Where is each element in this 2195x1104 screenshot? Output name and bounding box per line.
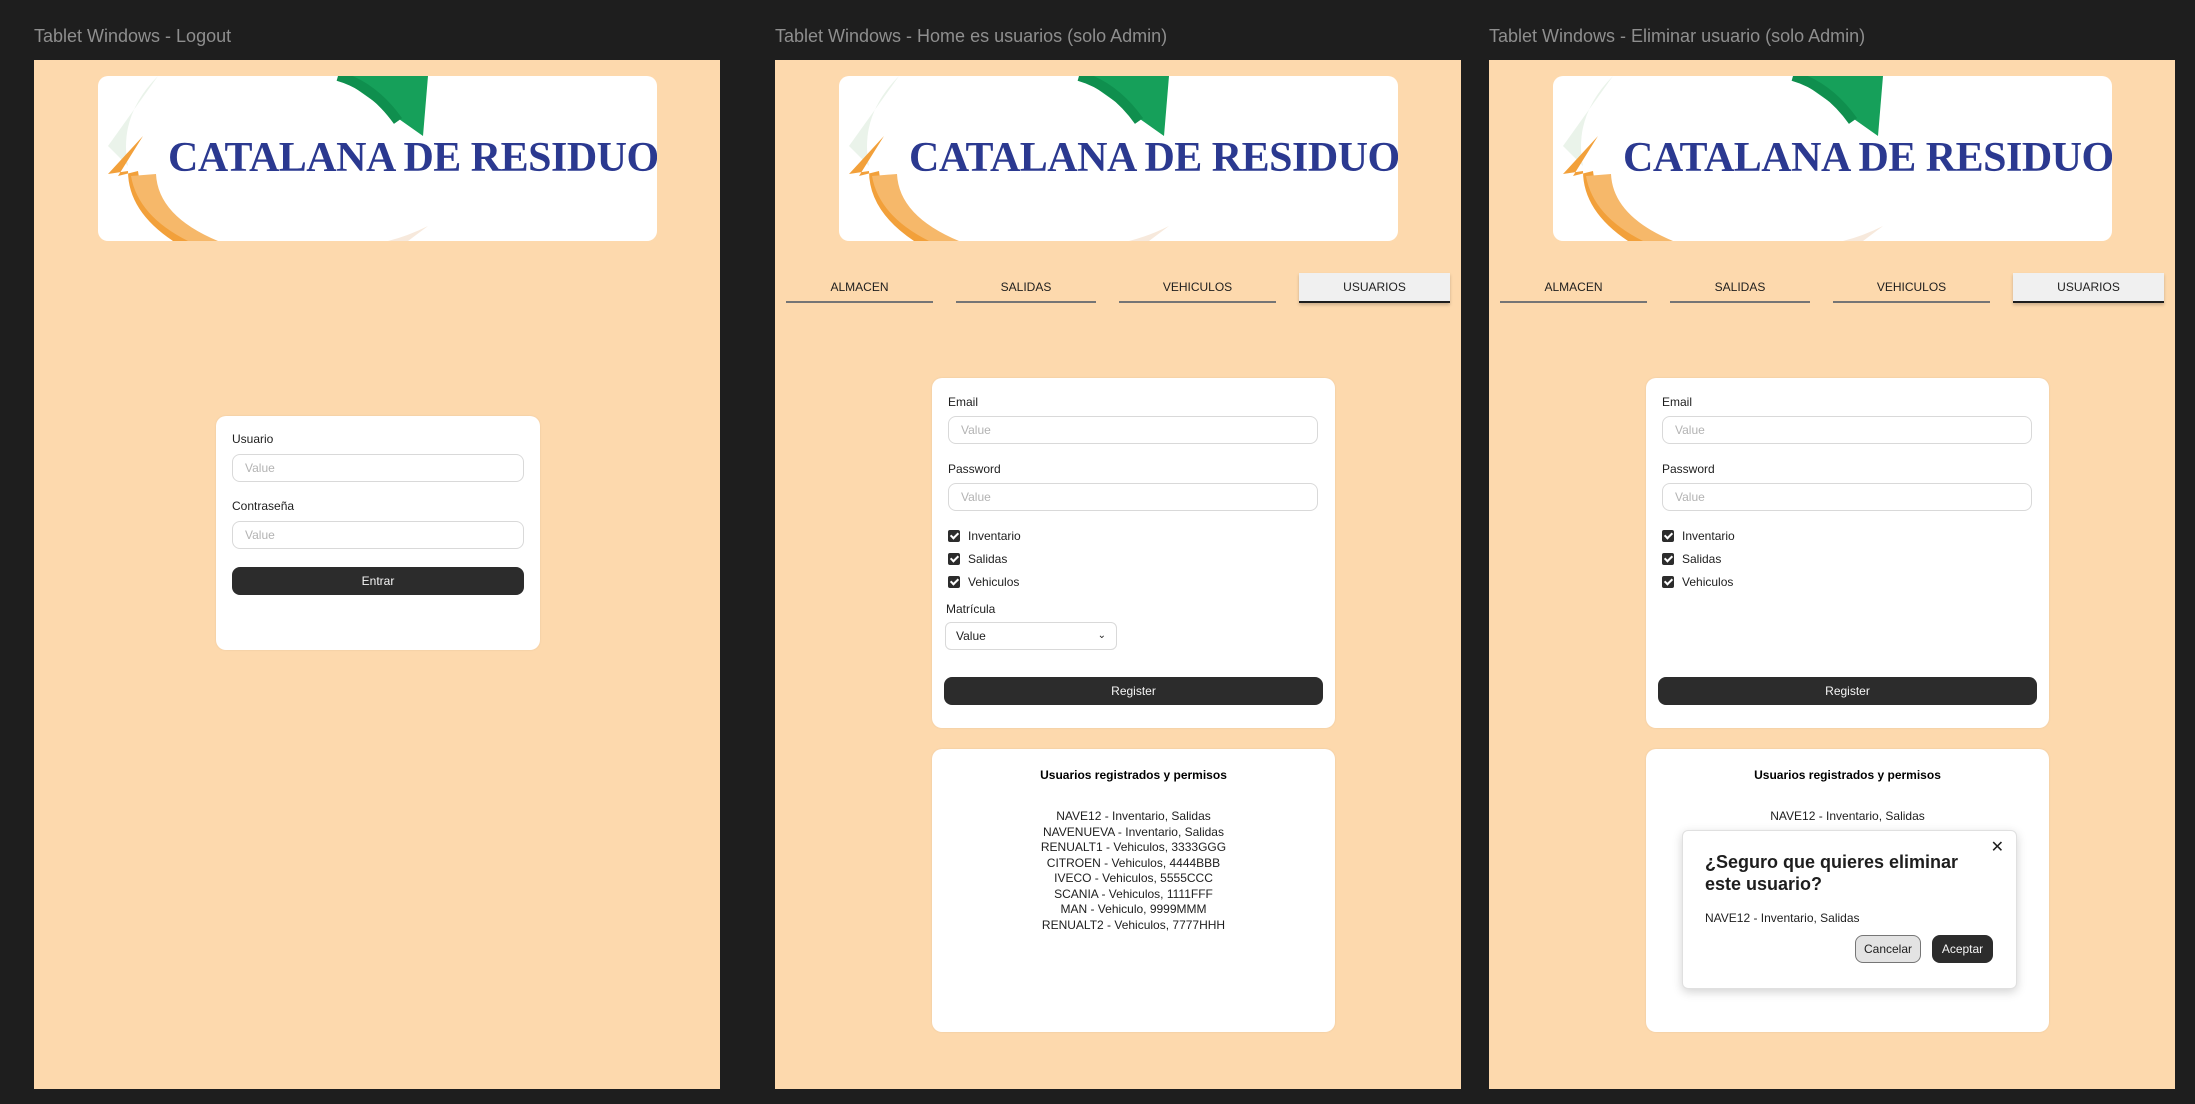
list-item[interactable]: NAVE12 - Inventario, Salidas bbox=[1646, 809, 2049, 825]
tab-salidas[interactable]: SALIDAS bbox=[956, 273, 1096, 303]
tab-vehiculos[interactable]: VEHICULOS bbox=[1833, 273, 1990, 303]
frame-title-eliminar-usuario: Tablet Windows - Eliminar usuario (solo … bbox=[1489, 26, 1866, 46]
password-input[interactable]: Value bbox=[232, 521, 524, 549]
tab-usuarios[interactable]: USUARIOS bbox=[1299, 273, 1450, 303]
tab-vehiculos[interactable]: VEHICULOS bbox=[1119, 273, 1276, 303]
permission-vehiculos[interactable]: Vehiculos bbox=[1662, 574, 1733, 590]
chevron-down-icon: ⌄ bbox=[1097, 630, 1106, 641]
tab-usuarios[interactable]: USUARIOS bbox=[2013, 273, 2164, 303]
login-button[interactable]: Entrar bbox=[232, 567, 524, 595]
user-input[interactable]: Value bbox=[232, 454, 524, 482]
checkbox-checked-icon[interactable] bbox=[948, 575, 960, 588]
login-card: Usuario Value Contraseña Value Entrar bbox=[216, 416, 540, 650]
permission-vehiculos[interactable]: Vehiculos bbox=[948, 574, 1019, 590]
permission-inventario[interactable]: Inventario bbox=[1662, 528, 1735, 544]
permission-salidas[interactable]: Salidas bbox=[948, 551, 1007, 567]
password-input[interactable]: Value bbox=[1662, 483, 2032, 511]
list-item[interactable]: NAVE12 - Inventario, Salidas bbox=[932, 809, 1335, 825]
register-card: Email Value Password Value Inventario Sa… bbox=[932, 378, 1335, 728]
users-list-title: Usuarios registrados y permisos bbox=[1040, 768, 1227, 782]
frame-logout: CATALANA DE RESIDUOS, S.L.U Usuario Valu… bbox=[34, 60, 720, 1089]
matricula-label: Matrícula bbox=[946, 602, 996, 616]
list-item[interactable]: NAVENUEVA - Inventario, Salidas bbox=[932, 825, 1335, 841]
user-label: Usuario bbox=[232, 432, 274, 446]
company-name: CATALANA DE RESIDUOS, S.L.U bbox=[909, 135, 1398, 181]
register-button[interactable]: Register bbox=[1658, 677, 2037, 705]
tab-almacen[interactable]: ALMACEN bbox=[1500, 273, 1647, 303]
company-name: CATALANA DE RESIDUOS, S.L.U bbox=[168, 135, 657, 181]
checkbox-checked-icon[interactable] bbox=[1662, 529, 1674, 542]
list-item[interactable]: MAN - Vehiculo, 9999MMM bbox=[932, 902, 1335, 918]
list-item[interactable]: CITROEN - Vehiculos, 4444BBB bbox=[932, 856, 1335, 872]
checkbox-checked-icon[interactable] bbox=[948, 552, 960, 565]
cancel-button[interactable]: Cancelar bbox=[1855, 935, 1921, 963]
tab-salidas[interactable]: SALIDAS bbox=[1670, 273, 1810, 303]
frame-title-logout: Tablet Windows - Logout bbox=[34, 26, 232, 46]
tab-almacen[interactable]: ALMACEN bbox=[786, 273, 933, 303]
password-label: Password bbox=[1662, 462, 1715, 476]
email-input[interactable]: Value bbox=[948, 416, 1318, 444]
password-label: Password bbox=[948, 462, 1001, 476]
frame-title-home-usuarios: Tablet Windows - Home es usuarios (solo … bbox=[775, 26, 1168, 46]
register-button[interactable]: Register bbox=[944, 677, 1323, 705]
list-item[interactable]: SCANIA - Vehiculos, 1111FFF bbox=[932, 887, 1335, 903]
users-list-card: Usuarios registrados y permisos NAVE12 -… bbox=[932, 749, 1335, 1032]
list-item[interactable]: RENUALT2 - Vehiculos, 7777HHH bbox=[932, 918, 1335, 934]
delete-user-dialog: ✕ ¿Seguro que quieres eliminar este usua… bbox=[1682, 830, 2017, 989]
list-item[interactable]: RENUALT1 - Vehiculos, 3333GGG bbox=[932, 840, 1335, 856]
checkbox-checked-icon[interactable] bbox=[1662, 552, 1674, 565]
company-name: CATALANA DE RESIDUOS, S.L.U bbox=[1623, 135, 2112, 181]
checkbox-checked-icon[interactable] bbox=[948, 529, 960, 542]
dialog-body: NAVE12 - Inventario, Salidas bbox=[1705, 911, 1860, 925]
register-card: Email Value Password Value Inventario Sa… bbox=[1646, 378, 2049, 728]
email-label: Email bbox=[948, 395, 979, 409]
dialog-title: ¿Seguro que quieres eliminar este usuari… bbox=[1705, 852, 1959, 894]
frame-eliminar-usuario: CATALANA DE RESIDUOS, S.L.U ALMACEN SALI… bbox=[1489, 60, 2175, 1089]
permission-inventario[interactable]: Inventario bbox=[948, 528, 1021, 544]
company-logo: CATALANA DE RESIDUOS, S.L.U bbox=[1553, 76, 2112, 241]
accept-button[interactable]: Aceptar bbox=[1932, 935, 1993, 963]
users-list: NAVE12 - Inventario, Salidas bbox=[1646, 809, 2049, 825]
password-input[interactable]: Value bbox=[948, 483, 1318, 511]
company-logo: CATALANA DE RESIDUOS, S.L.U bbox=[98, 76, 657, 241]
list-item[interactable]: IVECO - Vehiculos, 5555CCC bbox=[932, 871, 1335, 887]
users-list-title: Usuarios registrados y permisos bbox=[1754, 768, 1941, 782]
users-list: NAVE12 - Inventario, Salidas NAVENUEVA -… bbox=[932, 809, 1335, 933]
company-logo: CATALANA DE RESIDUOS, S.L.U bbox=[839, 76, 1398, 241]
permission-salidas[interactable]: Salidas bbox=[1662, 551, 1721, 567]
matricula-select[interactable]: Value ⌄ bbox=[945, 622, 1117, 650]
frame-home-usuarios: CATALANA DE RESIDUOS, S.L.U ALMACEN SALI… bbox=[775, 60, 1461, 1089]
email-label: Email bbox=[1662, 395, 1693, 409]
checkbox-checked-icon[interactable] bbox=[1662, 575, 1674, 588]
email-input[interactable]: Value bbox=[1662, 416, 2032, 444]
password-label: Contraseña bbox=[232, 499, 295, 513]
